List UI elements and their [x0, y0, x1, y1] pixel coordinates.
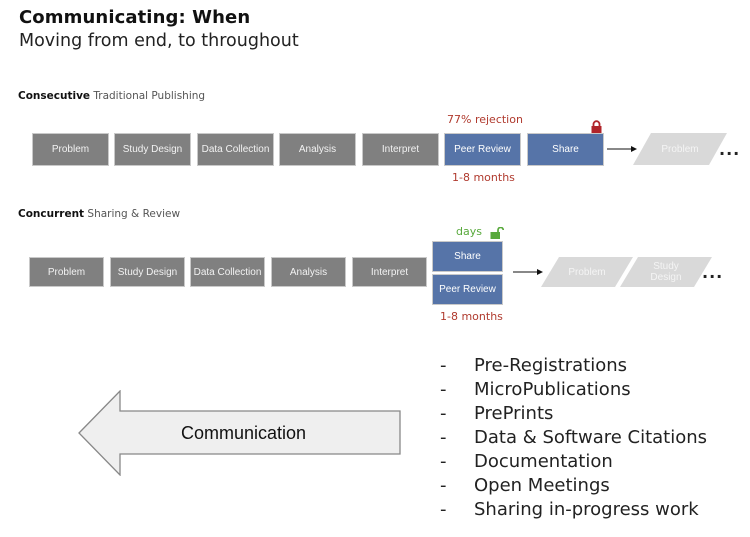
list-bullet: - — [440, 355, 447, 376]
concurrent-label-bold: Concurrent — [18, 208, 85, 220]
concurrent-step-interpret: Interpret — [352, 257, 427, 287]
lock-open-icon — [490, 227, 504, 239]
consecutive-label-rest: Traditional Publishing — [90, 90, 206, 102]
rejection-note: 77% rejection — [447, 113, 523, 126]
consecutive-step-problem: Problem — [32, 133, 109, 166]
communication-arrow-label: Communication — [181, 423, 307, 443]
consecutive-step-share: Share — [527, 133, 604, 166]
list-bullet: - — [440, 475, 447, 496]
list-item: - PrePrints — [440, 402, 707, 426]
list-item-text: PrePrints — [474, 403, 554, 424]
list-item: - Open Meetings — [440, 474, 707, 498]
concurrent-step-peer-review: Peer Review — [432, 274, 503, 305]
lock-closed-icon — [591, 120, 602, 133]
list-item-text: Sharing in-progress work — [474, 499, 699, 520]
list-bullet: - — [440, 379, 447, 400]
list-bullet: - — [440, 499, 447, 520]
consecutive-step-peer-review: Peer Review — [444, 133, 521, 166]
concurrent-next-study-design: Study Design — [620, 257, 712, 287]
slide-title: Communicating: When — [19, 7, 251, 28]
concurrent-step-share: Share — [432, 241, 503, 272]
list-item: - Data & Software Citations — [440, 426, 707, 450]
concurrent-next-study-design-label: Study Design — [650, 261, 682, 283]
list-item: - Sharing in-progress work — [440, 498, 707, 522]
concurrent-label: Concurrent Sharing & Review — [18, 208, 180, 220]
list-item-text: Pre-Registrations — [474, 355, 628, 376]
consecutive-label: Consecutive Traditional Publishing — [18, 90, 205, 102]
consecutive-label-bold: Consecutive — [18, 90, 91, 102]
days-note: days — [456, 225, 482, 238]
consecutive-step-analysis: Analysis — [279, 133, 356, 166]
consecutive-step-interpret: Interpret — [362, 133, 439, 166]
concurrent-next-problem-label: Problem — [568, 266, 606, 278]
list-bullet: - — [440, 403, 447, 424]
concurrent-duration-note: 1-8 months — [440, 310, 503, 323]
arrow-right-icon — [513, 269, 543, 275]
consecutive-next-problem: Problem — [633, 133, 727, 165]
slide-subtitle: Moving from end, to throughout — [19, 31, 299, 51]
communication-methods-list: - Pre-Registrations - MicroPublications - P… — [440, 354, 707, 522]
list-item-text: Documentation — [474, 451, 613, 472]
list-item-text: Open Meetings — [474, 475, 610, 496]
consecutive-next-problem-label: Problem — [661, 143, 699, 155]
list-item-text: Data & Software Citations — [474, 427, 708, 448]
consecutive-duration-note: 1-8 months — [452, 171, 515, 184]
consecutive-step-data-collection: Data Collection — [197, 133, 274, 166]
list-bullet: - — [440, 451, 447, 472]
concurrent-step-study-design: Study Design — [110, 257, 185, 287]
list-bullet: - — [440, 427, 447, 448]
concurrent-label-rest: Sharing & Review — [84, 208, 181, 220]
list-item: - Documentation — [440, 450, 707, 474]
concurrent-step-data-collection: Data Collection — [190, 257, 265, 287]
concurrent-step-problem: Problem — [29, 257, 104, 287]
concurrent-ellipsis: ... — [702, 263, 724, 282]
list-item-text: MicroPublications — [474, 379, 631, 400]
list-item: - Pre-Registrations — [440, 354, 707, 378]
list-item: - MicroPublications — [440, 378, 707, 402]
consecutive-step-study-design: Study Design — [114, 133, 191, 166]
consecutive-ellipsis: ... — [719, 140, 741, 159]
concurrent-step-analysis: Analysis — [271, 257, 346, 287]
